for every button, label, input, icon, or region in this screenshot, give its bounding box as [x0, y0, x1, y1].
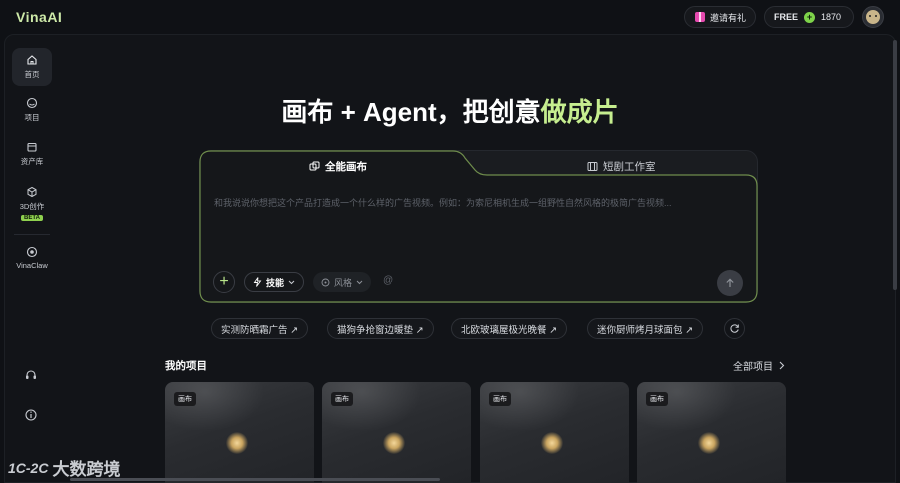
prompt-composer: 全能画布 短剧工作室 和我说说你想把这个产品打造成一个什么样的广告视频。例如：为…: [199, 150, 758, 303]
suggestion-chip[interactable]: 迷你厨师烤月球面包 ↗: [587, 318, 704, 339]
top-bar: VinaAI 邀请有礼 FREE + 1870: [0, 0, 900, 34]
invite-button[interactable]: 邀请有礼: [684, 6, 756, 28]
page-title: 画布 + Agent，把创意做成片: [0, 92, 900, 129]
sidebar-item-home[interactable]: 首页: [12, 48, 52, 86]
style-label: 风格: [334, 277, 353, 288]
style-dropdown[interactable]: 风格: [313, 272, 372, 292]
vinaclaw-icon: [26, 246, 38, 258]
project-card[interactable]: 画布: [322, 382, 471, 483]
all-projects-link[interactable]: 全部项目: [733, 358, 785, 373]
project-thumbnail-light: [698, 432, 720, 454]
sidebar-item-label: 资产库: [20, 157, 44, 166]
suggestion-chip[interactable]: 猫狗争抢窗边暖垫 ↗: [327, 318, 434, 339]
project-thumbnail-light: [383, 432, 405, 454]
sidebar-item-label: VinaClaw: [16, 261, 48, 270]
suggestion-chip[interactable]: 北欧玻璃屋极光晚餐 ↗: [451, 318, 568, 339]
sidebar-item-3d[interactable]: 3D创作 BETA: [12, 186, 52, 221]
film-icon: [587, 162, 598, 171]
title-highlight: 做成片: [540, 97, 619, 127]
project-tag: 画布: [489, 392, 511, 406]
watermark: 1C-2C 大数跨境: [8, 455, 120, 480]
tab-label: 全能画布: [325, 161, 367, 173]
projects-heading: 我的项目: [165, 360, 207, 372]
vertical-scrollbar[interactable]: [893, 40, 897, 290]
project-card[interactable]: 画布: [480, 382, 629, 483]
app-logo[interactable]: VinaAI: [16, 9, 62, 25]
skill-dropdown[interactable]: 技能: [244, 272, 305, 292]
cube-icon: [27, 186, 37, 198]
horizontal-scrollbar[interactable]: [70, 478, 440, 481]
project-thumbnail-light: [226, 432, 248, 454]
mention-button[interactable]: @: [383, 275, 393, 286]
skill-label: 技能: [266, 277, 285, 288]
coin-icon: +: [804, 11, 816, 23]
all-projects-label: 全部项目: [733, 362, 773, 373]
prompt-input[interactable]: 和我说说你想把这个产品打造成一个什么样的广告视频。例如：为索尼相机生成一组野性自…: [214, 196, 744, 209]
user-avatar[interactable]: [862, 6, 884, 28]
title-main: 画布 + Agent，把创意: [281, 97, 541, 127]
sidebar-divider: [14, 234, 50, 235]
headset-icon[interactable]: [24, 368, 38, 382]
invite-label: 邀请有礼: [710, 12, 747, 23]
chevron-right-icon: [779, 361, 785, 370]
project-tag: 画布: [174, 392, 196, 406]
add-button[interactable]: +: [213, 271, 235, 293]
plan-label: FREE: [774, 12, 799, 22]
chevron-down-icon: [288, 280, 295, 284]
info-icon[interactable]: [24, 408, 38, 422]
tab-canvas[interactable]: 全能画布: [309, 159, 367, 174]
credits-badge[interactable]: FREE + 1870: [764, 6, 854, 28]
project-card[interactable]: 画布: [165, 382, 314, 483]
arrow-up-icon: [726, 278, 734, 287]
sidebar-item-label: 3D创作: [19, 202, 45, 211]
suggestion-chip[interactable]: 实测防晒霜广告 ↗: [211, 318, 309, 339]
project-thumbnail-light: [541, 432, 563, 454]
sidebar-item-assets[interactable]: 资产库: [12, 141, 52, 167]
refresh-icon: [730, 324, 739, 333]
canvas-icon: [309, 161, 320, 171]
sidebar-item-label: 首页: [24, 70, 40, 79]
chevron-down-icon: [356, 280, 363, 284]
palette-icon: [321, 278, 330, 286]
watermark-text: 大数跨境: [52, 460, 121, 479]
beta-badge: BETA: [21, 215, 43, 221]
asset-library-icon: [27, 142, 37, 152]
project-tag: 画布: [331, 392, 353, 406]
refresh-suggestions-button[interactable]: [724, 318, 745, 339]
credits-count: 1870: [821, 12, 842, 22]
lightning-icon: [253, 277, 262, 287]
tab-drama-studio[interactable]: 短剧工作室: [587, 159, 656, 174]
avatar-image: [866, 10, 880, 24]
project-tag: 画布: [646, 392, 668, 406]
watermark-logo: 1C-2C: [8, 459, 49, 476]
gift-icon: [695, 12, 705, 22]
home-icon: [27, 55, 37, 65]
plus-icon: +: [219, 273, 229, 290]
send-button[interactable]: [717, 270, 743, 296]
sidebar-item-vinaclaw[interactable]: VinaClaw: [12, 246, 52, 270]
project-card[interactable]: 画布: [637, 382, 786, 483]
tab-label: 短剧工作室: [603, 161, 656, 173]
